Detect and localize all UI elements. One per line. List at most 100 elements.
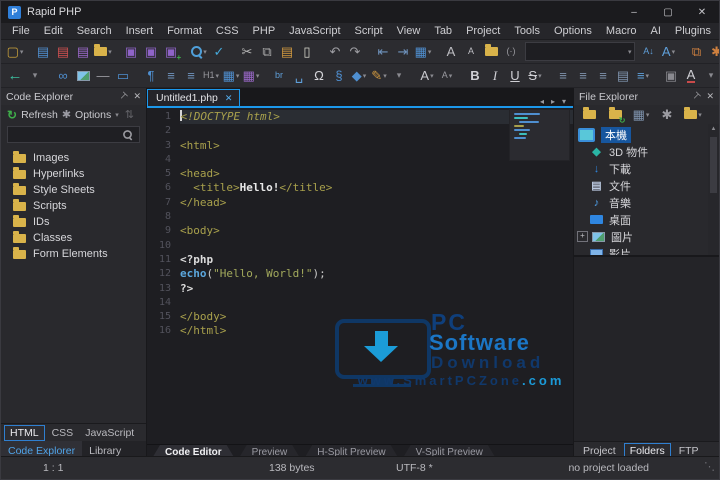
open-file-icon[interactable]: ▾ (94, 42, 112, 62)
replace-icon[interactable]: A (462, 42, 480, 62)
redo-icon[interactable]: ↷ (346, 42, 364, 62)
new-document-icon[interactable]: ▢ ▾ (6, 42, 24, 62)
folder-item-scripts[interactable]: Scripts (1, 198, 146, 214)
options-button[interactable]: Options (75, 109, 111, 121)
save-icon[interactable]: ▣ (122, 42, 140, 62)
nbsp-icon[interactable]: ␣ (290, 66, 308, 86)
tree-item--[interactable]: 本機 (574, 126, 719, 143)
new-php-icon[interactable]: ▤ (54, 42, 72, 62)
align-center-icon[interactable]: ≡ (574, 66, 592, 86)
menu-options[interactable]: Options (547, 23, 599, 39)
menu-format[interactable]: Format (160, 23, 209, 39)
search-combobox-input[interactable] (526, 45, 628, 58)
paste-icon[interactable]: ▤ (278, 42, 296, 62)
minimap[interactable] (509, 109, 570, 161)
sort-icon[interactable]: ⇅ (125, 108, 134, 121)
open-folder-icon[interactable] (580, 105, 598, 125)
mark-results-icon[interactable]: ✱ (708, 42, 719, 62)
resize-grip[interactable]: ⋱ (704, 460, 715, 473)
back-icon[interactable]: ← (6, 66, 24, 86)
tree-item--[interactable]: 桌面 (574, 211, 719, 228)
unindent-icon[interactable]: ⇤ (374, 42, 392, 62)
comment-tag-icon[interactable]: ▭ (114, 66, 132, 86)
file-list-pane[interactable] (574, 257, 719, 441)
folder-item-style-sheets[interactable]: Style Sheets (1, 182, 146, 198)
scrollbar-thumb[interactable] (710, 137, 717, 193)
menu-ai[interactable]: AI (643, 23, 667, 39)
menu-edit[interactable]: Edit (37, 23, 70, 39)
tree-item--[interactable]: + 圖片 (574, 228, 719, 245)
tag-icon[interactable]: ◆ ▾ (350, 66, 368, 86)
nav-history-icon[interactable]: ▾ (26, 66, 44, 86)
maximize-button[interactable]: ▢ (651, 1, 685, 23)
save-as-icon[interactable]: ▣ (142, 42, 160, 62)
find-options-icon[interactable]: A ▾ (660, 42, 678, 62)
align-justify-icon[interactable]: ▤ (614, 66, 632, 86)
tree-item--[interactable]: ↓ 下載 (574, 160, 719, 177)
menu-tools[interactable]: Tools (507, 23, 547, 39)
code-editor[interactable]: 1 <!DOCTYPE html> 2 3 <html> 4 5 <head> 6 <title… (147, 108, 573, 444)
regex-icon[interactable]: (·) (502, 42, 520, 62)
folder-menu-icon[interactable]: ▾ (684, 105, 702, 125)
refresh-icon[interactable]: ↻ (7, 108, 17, 122)
bullet-list-icon[interactable]: ≡ (162, 66, 180, 86)
editor-tab[interactable]: Untitled1.php ✕ (147, 89, 241, 106)
search-input[interactable] (8, 129, 122, 140)
menu-search[interactable]: Search (70, 23, 119, 39)
div-layout-icon[interactable]: ▦ ▾ (242, 66, 260, 86)
menu-css[interactable]: CSS (209, 23, 246, 39)
tab-javascript[interactable]: JavaScript (80, 426, 139, 440)
highlight-color-icon[interactable]: ▣ (662, 66, 680, 86)
heading-icon[interactable]: H1 ▾ (202, 66, 220, 86)
expand-icon[interactable]: + (577, 231, 588, 242)
save-all-icon[interactable]: ▣ + (162, 42, 181, 62)
tab-list-icon[interactable]: ▾ (562, 97, 566, 106)
tree-item--[interactable]: ▤ 文件 (574, 177, 719, 194)
menu-plugins[interactable]: Plugins (668, 23, 718, 39)
folder-item-hyperlinks[interactable]: Hyperlinks (1, 166, 146, 182)
tab-html[interactable]: HTML (4, 424, 45, 441)
options-dropdown-icon[interactable]: ▾ (115, 111, 119, 119)
menu-file[interactable]: File (5, 23, 37, 39)
menu-javascript[interactable]: JavaScript (282, 23, 347, 39)
numbered-list-icon[interactable]: ≡ (182, 66, 200, 86)
new-css-icon[interactable]: ▤ (74, 42, 92, 62)
menu-php[interactable]: PHP (246, 23, 283, 39)
menu-insert[interactable]: Insert (119, 23, 161, 39)
folder-item-classes[interactable]: Classes (1, 230, 146, 246)
table-icon[interactable]: ▦ ▾ (222, 66, 240, 86)
folder-settings-icon[interactable]: ✱ (658, 105, 676, 125)
copy-icon[interactable]: ⧉ (258, 42, 276, 62)
find-next-icon[interactable]: A↓ (640, 42, 658, 62)
more-tools-icon[interactable]: ▾ (390, 66, 408, 86)
font-size-icon[interactable]: A ▾ (438, 66, 456, 86)
menu-macro[interactable]: Macro (599, 23, 644, 39)
minimize-button[interactable]: – (617, 1, 651, 23)
tab-css[interactable]: CSS (47, 426, 79, 440)
clipboard-icon[interactable]: ▯ (298, 42, 316, 62)
folder-item-images[interactable]: Images (1, 150, 146, 166)
align-right-icon[interactable]: ≡ (594, 66, 612, 86)
refresh-folder-icon[interactable]: ↻ (606, 105, 626, 125)
close-panel-icon[interactable]: ✕ (133, 91, 141, 102)
menu-tab[interactable]: Tab (427, 23, 459, 39)
indent-icon[interactable]: ⇥ (394, 42, 412, 62)
bold-icon[interactable]: B (466, 66, 484, 86)
strikethrough-icon[interactable]: S ▾ (526, 66, 544, 86)
find-icon[interactable]: ▾ (190, 42, 208, 62)
tab-scroll-left-icon[interactable]: ◂ (540, 97, 544, 106)
font-name-icon[interactable]: A ▾ (418, 66, 436, 86)
special-char-icon[interactable]: Ω (310, 66, 328, 86)
close-panel-icon[interactable]: ✕ (706, 91, 714, 102)
tab-scroll-right-icon[interactable]: ▸ (551, 97, 555, 106)
color-more-icon[interactable]: ▾ (702, 66, 719, 86)
font-color-icon[interactable]: A (682, 66, 700, 86)
table-menu-icon[interactable]: ▦ ▾ (414, 42, 432, 62)
line-break-icon[interactable]: br (270, 66, 288, 86)
folder-item-form-elements[interactable]: Form Elements (1, 246, 146, 262)
horizontal-rule-icon[interactable]: — (94, 66, 112, 86)
scroll-up-icon[interactable]: ▲ (708, 124, 719, 132)
find-in-files-icon[interactable] (482, 42, 500, 62)
code-explorer-search[interactable] (7, 126, 140, 143)
gear-icon[interactable]: ✱ (62, 108, 71, 121)
